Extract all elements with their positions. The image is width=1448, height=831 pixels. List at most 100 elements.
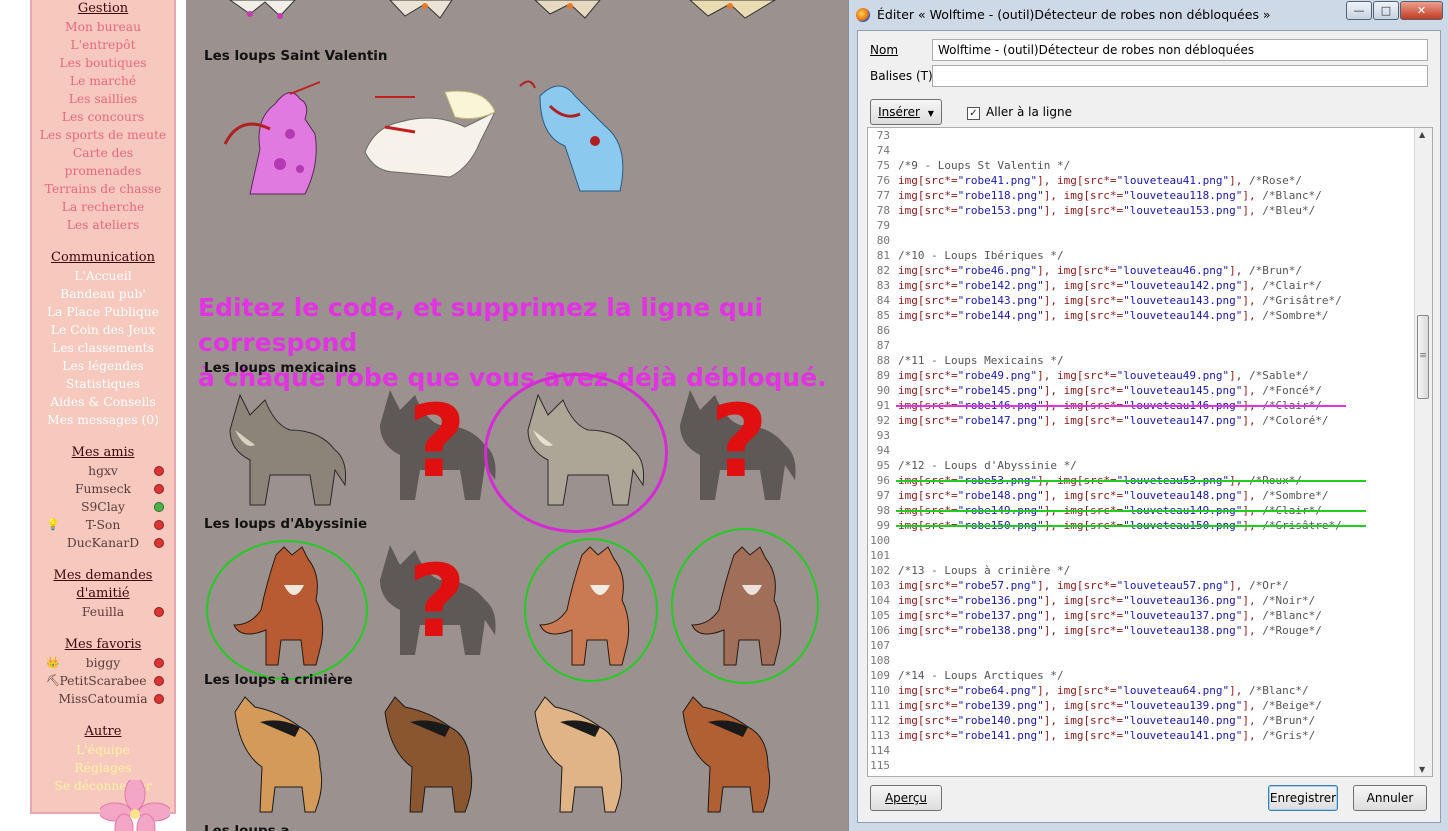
code-line[interactable]: 114 (868, 743, 1416, 758)
sidebar-item-gestion-1[interactable]: L'entrepôt (32, 36, 174, 54)
sidebar-item-communication-6[interactable]: Statistiques (32, 375, 174, 393)
code-text[interactable]: img[src*="robe46.png"], img[src*="louvet… (898, 264, 1302, 277)
editor-scrollbar[interactable]: ▲ ≡ ▼ (1414, 128, 1432, 776)
sidebar-item-autre-1[interactable]: Réglages (32, 759, 174, 777)
sidebar-item-gestion-0[interactable]: Mon bureau (32, 18, 174, 36)
code-line[interactable]: 90 img[src*="robe145.png"], img[src*="lou… (868, 383, 1416, 398)
code-text[interactable]: /*12 - Loups d'Abyssinie */ (898, 459, 1077, 472)
wrap-checkbox[interactable]: ✓ (967, 107, 980, 120)
code-text[interactable]: img[src*="robe144.png"], img[src*="louve… (898, 309, 1329, 322)
code-editor[interactable]: 73 74 75 /*9 - Loups St Valentin */ 76 img[sr… (867, 127, 1433, 777)
code-line[interactable]: 110 img[src*="robe64.png"], img[src*="lou… (868, 683, 1416, 698)
code-text[interactable]: img[src*="robe136.png"], img[src*="louve… (898, 594, 1315, 607)
wolf-abyssinian-roux-image[interactable] (226, 545, 346, 670)
code-line[interactable]: 108 (868, 653, 1416, 668)
code-text[interactable]: img[src*="robe64.png"], img[src*="louvet… (898, 684, 1309, 697)
wolf-pink-valentin-image[interactable] (220, 74, 330, 199)
sidebar-item-communication-2[interactable]: La Place Publique (32, 303, 174, 321)
wolf-criniere-or-image[interactable] (220, 692, 340, 817)
friend-row[interactable]: MissCatoumia (32, 690, 174, 708)
sidebar-item-gestion-7[interactable]: Carte des (32, 144, 174, 162)
sidebar-item-gestion-3[interactable]: Le marché (32, 72, 174, 90)
sidebar-item-gestion-11[interactable]: Les ateliers (32, 216, 174, 234)
sidebar-item-communication-1[interactable]: Bandeau pub' (32, 285, 174, 303)
scrollbar-thumb[interactable]: ≡ (1417, 315, 1429, 399)
code-line[interactable]: 109 /*14 - Loups Arctiques */ (868, 668, 1416, 683)
code-text[interactable]: /*9 - Loups St Valentin */ (898, 159, 1070, 172)
code-text[interactable]: img[src*="robe41.png"], img[src*="louvet… (898, 174, 1302, 187)
code-line[interactable]: 106 img[src*="robe138.png"], img[src*="lo… (868, 623, 1416, 638)
code-line[interactable]: 113 img[src*="robe141.png"], img[src*="lo… (868, 728, 1416, 743)
nom-input[interactable]: Wolftime - (outil)Détecteur de robes non… (932, 39, 1428, 61)
code-text[interactable]: img[src*="robe142.png"], img[src*="louve… (898, 279, 1322, 292)
scroll-up-arrow-icon[interactable]: ▲ (1419, 130, 1425, 139)
sidebar-header-autre[interactable]: Autre (32, 723, 174, 741)
dialog-titlebar[interactable]: Éditer « Wolftime - (outil)Détecteur de … (849, 0, 1448, 30)
friend-row[interactable]: ⛏ PetitScarabee (32, 672, 174, 690)
sidebar-item-gestion-9[interactable]: Terrains de chasse (32, 180, 174, 198)
sidebar-header-demandes-2[interactable]: d'amitié (32, 585, 174, 603)
code-line[interactable]: 98 img[src*="robe149.png"], img[src*="lou… (868, 503, 1416, 518)
code-line[interactable]: 96 img[src*="robe53.png"], img[src*="louv… (868, 473, 1416, 488)
wolf-white-valentin-image[interactable] (355, 82, 505, 182)
code-line[interactable]: 84 img[src*="robe143.png"], img[src*="lou… (868, 293, 1416, 308)
sidebar-item-gestion-2[interactable]: Les boutiques (32, 54, 174, 72)
code-line[interactable]: 111 img[src*="robe139.png"], img[src*="lo… (868, 698, 1416, 713)
code-line[interactable]: 75 /*9 - Loups St Valentin */ (868, 158, 1416, 173)
sidebar-header-communication[interactable]: Communication (32, 249, 174, 267)
minimize-button[interactable]: — (1346, 1, 1372, 20)
code-text[interactable]: img[src*="robe137.png"], img[src*="louve… (898, 609, 1322, 622)
code-line[interactable]: 112 img[src*="robe140.png"], img[src*="lo… (868, 713, 1416, 728)
sidebar-item-autre-0[interactable]: L'équipe (32, 741, 174, 759)
code-line[interactable]: 105 img[src*="robe137.png"], img[src*="lo… (868, 608, 1416, 623)
code-text[interactable]: /*11 - Loups Mexicains */ (898, 354, 1064, 367)
code-text[interactable]: img[src*="robe143.png"], img[src*="louve… (898, 294, 1342, 307)
code-line[interactable]: 100 (868, 533, 1416, 548)
code-line[interactable]: 115 (868, 758, 1416, 773)
sidebar-header-favoris[interactable]: Mes favoris (32, 636, 174, 654)
friend-row[interactable]: 👑 biggy (32, 654, 174, 672)
code-text[interactable]: img[src*="robe49.png"], img[src*="louvet… (898, 369, 1309, 382)
close-button[interactable]: ✕ (1400, 1, 1443, 20)
balises-input[interactable] (932, 65, 1428, 87)
friend-name[interactable]: T-Son (86, 518, 121, 532)
friend-row[interactable]: 💡 T-Son (32, 516, 174, 534)
friend-name[interactable]: S9Clay (81, 500, 125, 514)
friend-name[interactable]: Fumseck (75, 482, 131, 496)
friend-name[interactable]: DucKanarD (67, 536, 139, 550)
wolf-criniere-noir-image[interactable] (370, 692, 490, 817)
code-text[interactable]: img[src*="robe145.png"], img[src*="louve… (898, 384, 1322, 397)
wolf-criniere-blanc-image[interactable] (520, 692, 640, 817)
sidebar-item-gestion-4[interactable]: Les saillies (32, 90, 174, 108)
friend-name[interactable]: MissCatoumia (58, 692, 147, 706)
sidebar-item-communication-4[interactable]: Les classements (32, 339, 174, 357)
code-text[interactable]: img[src*="robe138.png"], img[src*="louve… (898, 624, 1322, 637)
code-line[interactable]: 73 (868, 128, 1416, 143)
code-text[interactable]: img[src*="robe57.png"], img[src*="louvet… (898, 579, 1289, 592)
code-line[interactable]: 76 img[src*="robe41.png"], img[src*="louv… (868, 173, 1416, 188)
apercu-button[interactable]: Aperçu (870, 785, 942, 811)
code-line[interactable]: 83 img[src*="robe142.png"], img[src*="lou… (868, 278, 1416, 293)
sidebar-item-communication-7[interactable]: Aides & Conseils (32, 393, 174, 411)
code-line[interactable]: 97 img[src*="robe148.png"], img[src*="lou… (868, 488, 1416, 503)
code-line[interactable]: 81 /*10 - Loups Ibériques */ (868, 248, 1416, 263)
code-line[interactable]: 102 /*13 - Loups à crinière */ (868, 563, 1416, 578)
friend-row[interactable]: S9Clay (32, 498, 174, 516)
code-text[interactable]: img[src*="robe148.png"], img[src*="louve… (898, 489, 1329, 502)
sidebar-item-communication-8[interactable]: Mes messages (0) (32, 411, 174, 429)
friend-name[interactable]: biggy (86, 656, 121, 670)
code-line[interactable]: 89 img[src*="robe49.png"], img[src*="louv… (868, 368, 1416, 383)
code-line[interactable]: 101 (868, 548, 1416, 563)
code-line[interactable]: 93 (868, 428, 1416, 443)
wolf-criniere-rouge-image[interactable] (668, 692, 788, 817)
inserer-dropdown-button[interactable]: Insérer ▼ (870, 99, 942, 125)
code-line[interactable]: 107 (868, 638, 1416, 653)
friend-row[interactable]: DucKanarD (32, 534, 174, 552)
sidebar-header-gestion[interactable]: Gestion (32, 0, 174, 18)
wolf-mexican-light-image[interactable] (508, 390, 648, 510)
code-text[interactable]: img[src*="robe139.png"], img[src*="louve… (898, 699, 1322, 712)
code-line[interactable]: 92 img[src*="robe147.png"], img[src*="lou… (868, 413, 1416, 428)
scroll-down-arrow-icon[interactable]: ▼ (1419, 765, 1425, 774)
sidebar-item-communication-5[interactable]: Les légendes (32, 357, 174, 375)
friend-name[interactable]: Feuilla (82, 605, 124, 619)
